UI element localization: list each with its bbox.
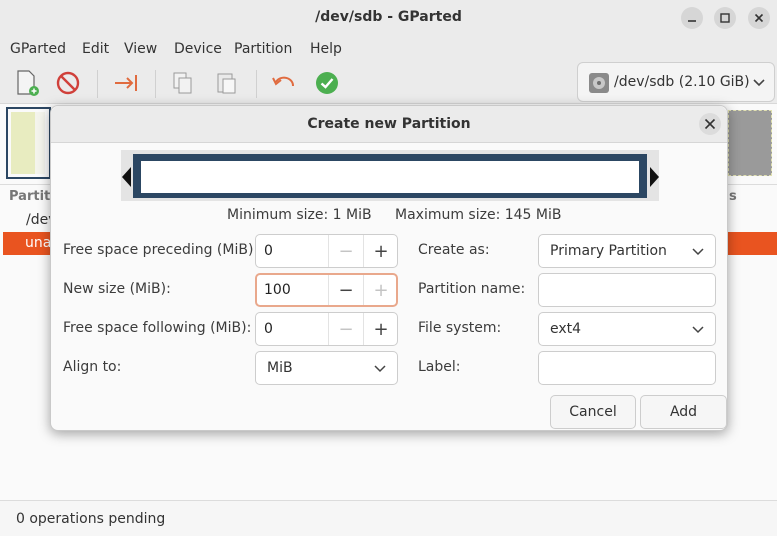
chevron-down-icon — [753, 79, 765, 87]
file-system-label: File system: — [418, 320, 502, 336]
resize-move-button[interactable] — [111, 68, 141, 98]
cancel-button[interactable]: Cancel — [550, 395, 636, 429]
menu-edit[interactable]: Edit — [82, 41, 109, 57]
create-partition-dialog: Create new Partition Minimum size: 1 MiB… — [50, 105, 728, 431]
new-size-spinner[interactable]: 100 − + — [255, 273, 398, 307]
title-bar: /dev/sdb - GParted — [0, 0, 777, 36]
device-selector-label: /dev/sdb (2.10 GiB) — [614, 74, 750, 90]
fs-label-input[interactable] — [538, 351, 716, 385]
free-following-label: Free space following (MiB): — [63, 320, 252, 336]
new-partition-button[interactable] — [12, 68, 42, 98]
disk-map-unallocated[interactable] — [728, 110, 772, 176]
menu-help[interactable]: Help — [310, 41, 342, 57]
free-preceding-spinner[interactable]: 0 − + — [255, 234, 398, 268]
add-button[interactable]: Add — [640, 395, 727, 429]
minimize-icon — [688, 20, 696, 22]
partition-size-visual[interactable] — [121, 150, 659, 201]
chevron-down-icon — [692, 248, 704, 256]
apply-check-icon — [316, 72, 338, 94]
window-title: /dev/sdb - GParted — [315, 9, 462, 25]
toolbar-separator — [155, 70, 156, 98]
resize-arrow-icon — [115, 75, 137, 91]
status-bar: 0 operations pending — [0, 500, 777, 536]
paste-button[interactable] — [212, 68, 242, 98]
new-size-value: 100 — [264, 282, 291, 298]
resize-left-handle-icon — [122, 167, 131, 187]
copy-icon — [173, 72, 192, 94]
partition-name-label: Partition name: — [418, 281, 526, 297]
file-system-combo[interactable]: ext4 — [538, 312, 716, 346]
dialog-header: Create new Partition — [51, 106, 727, 143]
menu-partition[interactable]: Partition — [234, 41, 292, 57]
new-document-icon — [17, 70, 39, 96]
create-as-combo[interactable]: Primary Partition — [538, 234, 716, 268]
apply-button[interactable] — [312, 68, 342, 98]
device-selector[interactable]: /dev/sdb (2.10 GiB) — [577, 62, 775, 102]
partition-name-input[interactable] — [538, 273, 716, 307]
partition-bar[interactable] — [133, 154, 647, 198]
dialog-title: Create new Partition — [307, 116, 471, 132]
undo-button[interactable] — [268, 68, 298, 98]
max-size-label: Maximum size: 145 MiB — [395, 207, 562, 223]
decrement-button[interactable]: − — [328, 313, 363, 345]
increment-button[interactable]: + — [363, 275, 398, 305]
undo-icon — [272, 76, 294, 87]
partition-column-header: Partit — [9, 189, 51, 204]
align-to-value: MiB — [267, 360, 293, 376]
chevron-down-icon — [692, 326, 704, 334]
increment-button[interactable]: + — [363, 235, 398, 267]
copy-button[interactable] — [168, 68, 198, 98]
menu-device[interactable]: Device — [174, 41, 222, 57]
align-to-combo[interactable]: MiB — [255, 351, 398, 385]
align-to-label: Align to: — [63, 359, 122, 375]
toolbar-separator — [256, 70, 257, 98]
flags-column-header: s — [729, 189, 737, 204]
maximize-icon — [720, 13, 730, 23]
close-icon — [754, 13, 764, 23]
close-window-button[interactable] — [748, 7, 770, 29]
decrement-button[interactable]: − — [328, 275, 363, 305]
status-text: 0 operations pending — [16, 511, 166, 527]
free-preceding-value: 0 — [264, 243, 273, 259]
unallocated-row-label: una — [25, 235, 52, 251]
chevron-down-icon — [374, 365, 386, 373]
decrement-button[interactable]: − — [328, 235, 363, 267]
menu-gparted[interactable]: GParted — [10, 41, 66, 57]
create-as-value: Primary Partition — [550, 243, 667, 259]
free-following-spinner[interactable]: 0 − + — [255, 312, 398, 346]
delete-icon — [56, 71, 80, 95]
menu-view[interactable]: View — [124, 41, 157, 57]
disk-map-partition[interactable] — [6, 107, 51, 179]
free-preceding-label: Free space preceding (MiB): — [63, 242, 259, 258]
toolbar-separator — [97, 70, 98, 98]
maximize-button[interactable] — [714, 7, 736, 29]
free-following-value: 0 — [264, 321, 273, 337]
increment-button[interactable]: + — [363, 313, 398, 345]
fs-label-label: Label: — [418, 359, 461, 375]
menu-bar: GParted Edit View Device Partition Help — [0, 36, 777, 62]
close-icon — [704, 118, 716, 130]
create-as-label: Create as: — [418, 242, 490, 258]
resize-right-handle-icon — [650, 167, 659, 187]
disk-icon — [589, 73, 609, 93]
file-system-value: ext4 — [550, 321, 582, 337]
minimize-button[interactable] — [681, 7, 703, 29]
dialog-close-button[interactable] — [699, 113, 721, 135]
min-size-label: Minimum size: 1 MiB — [227, 207, 372, 223]
delete-partition-button[interactable] — [53, 68, 83, 98]
paste-icon — [217, 73, 236, 94]
toolbar: /dev/sdb (2.10 GiB) — [0, 62, 777, 104]
new-size-label: New size (MiB): — [63, 281, 171, 297]
